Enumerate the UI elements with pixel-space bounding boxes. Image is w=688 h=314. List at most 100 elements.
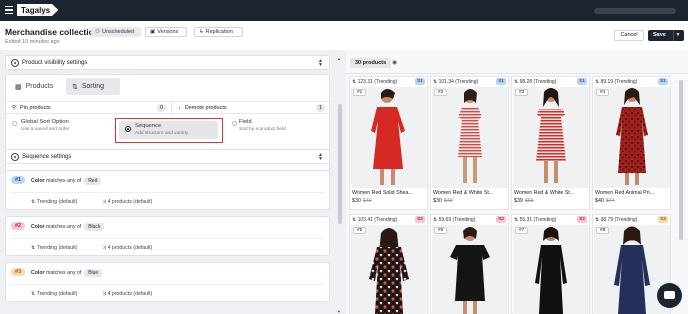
replication-label: Replication — [205, 29, 233, 35]
option-title: Sequence — [135, 123, 162, 129]
scrollbar-thumb[interactable] — [338, 104, 342, 224]
app-logo[interactable]: Tagalys — [17, 4, 59, 16]
condition-value-tag: Red — [84, 177, 102, 185]
product-count-label: 4 products (default) — [107, 199, 153, 205]
save-button[interactable]: Save ▾ — [648, 30, 684, 41]
trending-score: ⇅ 101.34 (Trending) — [433, 79, 479, 85]
sort-icon: ⇅ — [31, 199, 36, 205]
sequence-sort[interactable]: ⇅ Trending (default) — [31, 245, 77, 251]
chevron-down-icon[interactable]: ▾ — [673, 30, 682, 41]
sequence-badge: S1 — [577, 78, 587, 85]
current-price: $30 — [433, 198, 442, 204]
sequence-rule-2[interactable]: #2 Color matches any of Black ⇅ Trending … — [5, 216, 330, 256]
original-price: $44 — [605, 198, 615, 204]
product-card[interactable]: ⇅ 101.34 (Trending) S1 #2 Women Red & Wh… — [430, 76, 509, 210]
product-card[interactable]: ⇅ 98.28 (Trending) S1 #3 Women Red & Whi… — [511, 76, 590, 210]
score-label: 103.41 (Trending) — [357, 217, 398, 223]
sort-option-sequence[interactable]: Sequence Add structure and variety — [119, 121, 218, 139]
gear-icon — [11, 59, 19, 67]
sequence-sort[interactable]: ⇅ Trending (default) — [31, 291, 77, 297]
pin-icon: ⚲ — [12, 105, 17, 111]
expand-collapse-icon[interactable]: ▲ ▼ — [318, 59, 323, 68]
right-scrollbar[interactable] — [679, 75, 684, 314]
trending-score: ⇅ 103.41 (Trending) — [352, 217, 398, 223]
product-card[interactable]: ⇅ 89.19 (Trending) S1 #4 Women Red Anima… — [592, 76, 671, 210]
condition-field: Color — [31, 270, 45, 276]
rank-badge: #1 — [353, 89, 367, 96]
top-bar: Tagalys — [0, 0, 688, 21]
product-card[interactable]: ⇅ 55.31 (Trending) S2 #7 — [511, 214, 590, 314]
product-card[interactable]: ⇅ 103.41 (Trending) S2 #5 — [349, 214, 428, 314]
striped-off-shoulder-dress-illustration — [536, 88, 566, 183]
trending-score: ⇅ 98.28 (Trending) — [514, 79, 557, 85]
radio-sequence-selected[interactable] — [125, 126, 131, 132]
sort-option-sequence-highlight[interactable]: Sequence Add structure and variety — [115, 118, 223, 143]
status-label: Unscheduled — [101, 29, 135, 35]
gear-icon — [11, 153, 19, 161]
section-title: Product visibility settings — [22, 60, 88, 66]
animal-print-dress-illustration — [616, 88, 648, 185]
product-image: #1 — [351, 87, 427, 188]
condition-operator: matches any of — [46, 224, 82, 230]
scrollbar-thumb[interactable] — [679, 80, 683, 240]
user-account-area[interactable] — [594, 8, 676, 14]
original-price: $55 — [524, 198, 534, 204]
product-card[interactable]: ⇅ 59.69 (Trending) S2 #6 — [430, 214, 509, 314]
replication-button[interactable]: ↳ Replication — [194, 27, 243, 37]
product-image: #2 — [432, 87, 508, 188]
sequence-settings-header[interactable]: Sequence settings ▲ ▼ — [5, 149, 330, 164]
sequence-rule-3[interactable]: #3 Color matches any of Blue ⇅ Trending (… — [5, 262, 330, 302]
scroll-up-icon[interactable]: ▲ — [337, 56, 341, 61]
person-icon: ⚇ — [95, 29, 100, 35]
rank-badge: #4 — [596, 89, 610, 96]
sequence-product-count[interactable]: ⤨ 4 products (default) — [102, 245, 152, 252]
chat-icon[interactable] — [657, 283, 682, 308]
score-label: 55.31 (Trending) — [519, 217, 557, 223]
current-price: $40 — [595, 198, 604, 204]
radio-field[interactable] — [232, 121, 237, 126]
left-settings-panel: Product visibility settings ▲ ▼ ▦ Product… — [0, 50, 346, 314]
scroll-down-icon[interactable]: ▼ — [337, 309, 341, 314]
trending-score: ⇅ 98.79 (Trending) — [595, 217, 638, 223]
left-scrollbar[interactable]: ▲ ▼ — [337, 56, 343, 314]
product-image: #4 — [594, 87, 670, 188]
radio-global-sort[interactable] — [12, 121, 17, 126]
demote-products-label: Demote products — [184, 105, 227, 111]
sequence-product-count[interactable]: ⤨ 4 products (default) — [102, 199, 152, 206]
sort-option-global[interactable]: Global Sort Option Use a saved sort orde… — [21, 119, 70, 132]
shuffle-icon: ⤨ — [102, 199, 107, 205]
schedule-status-chip[interactable]: ⚇ Unscheduled — [91, 27, 141, 37]
product-card[interactable]: ⇅ 123.31 (Trending) S1 #1 Women Red Soli… — [349, 76, 428, 210]
sort-option-field[interactable]: Field Sort by a product field — [239, 119, 286, 132]
divider — [10, 238, 325, 239]
versions-label: Versions — [157, 29, 179, 35]
product-visibility-settings-header[interactable]: Product visibility settings ▲ ▼ — [5, 55, 330, 70]
product-image: #3 — [513, 87, 589, 188]
sequence-sort[interactable]: ⇅ Trending (default) — [31, 199, 77, 205]
tab-products[interactable]: ▦ Products — [9, 78, 67, 95]
product-name: Women Red Solid Shea... — [352, 190, 413, 196]
section-title: Sequence settings — [22, 154, 72, 160]
divider — [10, 192, 325, 193]
menu-icon[interactable] — [5, 6, 13, 15]
sort-label: Trending (default) — [36, 245, 78, 251]
cancel-button[interactable]: Cancel — [614, 30, 644, 41]
tab-sorting[interactable]: ⇅ Sorting — [66, 78, 120, 95]
demote-products-button[interactable]: ↓ Demote products — [178, 105, 227, 111]
sort-icon: ⇅ — [31, 245, 36, 251]
product-image: #7 — [513, 225, 589, 314]
eye-icon[interactable]: ◉ — [392, 59, 397, 66]
expand-collapse-icon[interactable]: ▲ ▼ — [318, 153, 323, 162]
pin-products-button[interactable]: ⚲ Pin products — [12, 105, 51, 111]
sequence-product-count[interactable]: ⤨ 4 products (default) — [102, 291, 152, 298]
versions-button[interactable]: ▣ Versions — [145, 27, 187, 37]
product-count-badge: 30 products — [350, 58, 392, 68]
score-label: 89.19 (Trending) — [600, 79, 638, 85]
sequence-number: #3 — [11, 268, 25, 276]
sequence-rule-1[interactable]: #1 Color matches any of Red ⇅ Trending (d… — [5, 170, 330, 210]
condition-operator: matches any of — [46, 270, 82, 276]
condition-field: Color — [31, 178, 45, 184]
sequence-condition: Color matches any of Black — [31, 223, 105, 231]
product-count-label: 4 products (default) — [107, 291, 153, 297]
trending-score: ⇅ 89.19 (Trending) — [595, 79, 638, 85]
